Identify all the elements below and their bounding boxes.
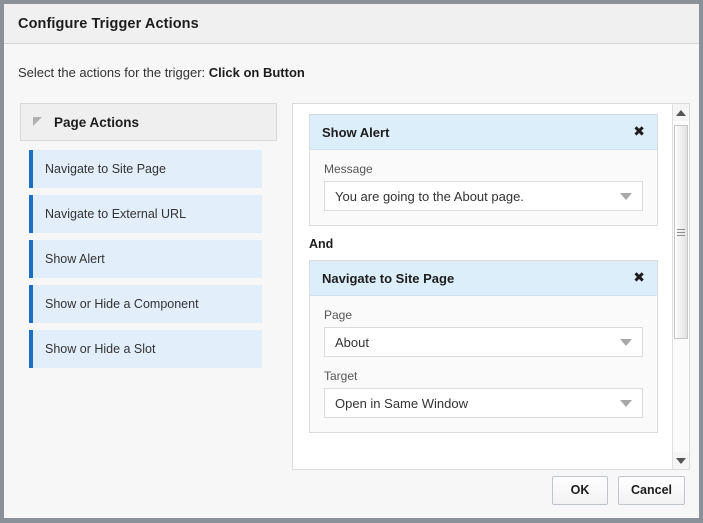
action-card-header: Navigate to Site Page ✖ xyxy=(310,261,657,296)
dialog-footer: OK Cancel xyxy=(4,462,699,518)
page-actions-title: Page Actions xyxy=(54,114,140,130)
cancel-button[interactable]: Cancel xyxy=(618,475,685,505)
page-select-value: About xyxy=(335,334,369,350)
list-item-label: Navigate to Site Page xyxy=(45,162,166,176)
action-card-header: Show Alert ✖ xyxy=(310,115,657,150)
selected-actions-panel: Show Alert ✖ Message You are going to th… xyxy=(292,103,690,470)
scrollbar-up-button[interactable] xyxy=(673,104,689,121)
scroll-up-arrow-icon xyxy=(676,109,686,116)
chevron-down-icon[interactable] xyxy=(620,338,632,346)
action-card-navigate-to-site-page: Navigate to Site Page ✖ Page About Targe… xyxy=(309,260,658,433)
scrollbar-track[interactable] xyxy=(673,121,689,452)
scroll-thumb-grip-icon xyxy=(677,227,685,238)
list-item[interactable]: Show or Hide a Component xyxy=(29,285,262,323)
action-card-title: Show Alert xyxy=(322,124,390,140)
actions-scroll-viewport: Show Alert ✖ Message You are going to th… xyxy=(293,104,672,469)
dialog-title: Configure Trigger Actions xyxy=(18,15,199,32)
scrollbar-thumb[interactable] xyxy=(674,125,688,339)
list-item-label: Show or Hide a Slot xyxy=(45,342,156,356)
configure-trigger-actions-dialog: Configure Trigger Actions Select the act… xyxy=(0,0,703,523)
page-actions-panel: Page Actions Navigate to Site Page Navig… xyxy=(20,103,277,411)
triangle-expanded-icon[interactable] xyxy=(33,116,42,126)
target-select-value: Open in Same Window xyxy=(335,395,468,411)
action-card-body: Message You are going to the About page. xyxy=(310,150,657,225)
list-item[interactable]: Navigate to Site Page xyxy=(29,150,262,188)
dialog-titlebar: Configure Trigger Actions xyxy=(4,4,699,44)
list-item[interactable]: Show or Hide a Slot xyxy=(29,330,262,368)
list-item-label: Show Alert xyxy=(45,252,105,266)
list-item[interactable]: Navigate to External URL xyxy=(29,195,262,233)
message-select-value: You are going to the About page. xyxy=(335,188,524,204)
ok-button[interactable]: OK xyxy=(552,475,608,505)
trigger-prompt-prefix: Select the actions for the trigger: xyxy=(18,65,206,80)
chevron-down-icon[interactable] xyxy=(620,399,632,407)
message-field-label: Message xyxy=(324,162,373,176)
page-field-label: Page xyxy=(324,308,353,322)
and-separator: And xyxy=(309,237,334,251)
action-card-body: Page About Target Open in Same Window xyxy=(310,296,657,432)
list-item-label: Navigate to External URL xyxy=(45,207,187,221)
message-select[interactable]: You are going to the About page. xyxy=(324,181,643,211)
actions-scrollbar[interactable] xyxy=(672,104,689,469)
trigger-prompt: Select the actions for the trigger: Clic… xyxy=(18,65,305,80)
action-card-show-alert: Show Alert ✖ Message You are going to th… xyxy=(309,114,658,226)
page-select[interactable]: About xyxy=(324,327,643,357)
target-field-label: Target xyxy=(324,369,358,383)
list-item-label: Show or Hide a Component xyxy=(45,297,199,311)
page-actions-list: Navigate to Site Page Navigate to Extern… xyxy=(20,150,277,368)
target-select[interactable]: Open in Same Window xyxy=(324,388,643,418)
list-item[interactable]: Show Alert xyxy=(29,240,262,278)
dialog-body: Select the actions for the trigger: Clic… xyxy=(4,44,699,518)
page-actions-accordion-header[interactable]: Page Actions xyxy=(20,103,277,141)
chevron-down-icon[interactable] xyxy=(620,192,632,200)
close-icon[interactable]: ✖ xyxy=(633,125,645,139)
action-card-title: Navigate to Site Page xyxy=(322,270,455,286)
trigger-name: Click on Button xyxy=(208,65,305,80)
close-icon[interactable]: ✖ xyxy=(633,271,645,285)
